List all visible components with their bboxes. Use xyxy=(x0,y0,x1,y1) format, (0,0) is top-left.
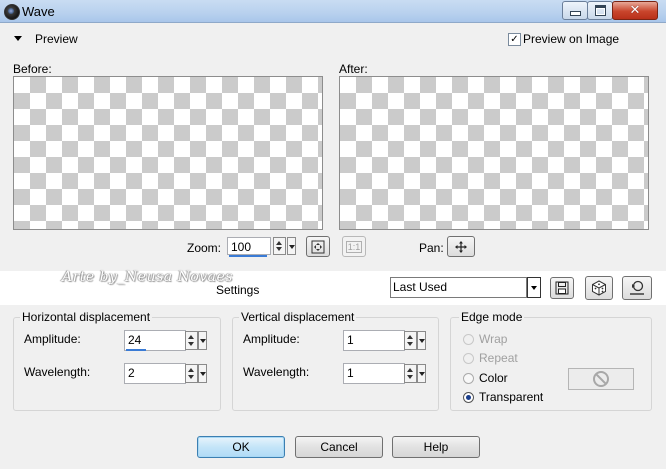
horizontal-wavelength-input[interactable]: 2 xyxy=(124,363,186,384)
edge-color-swatch[interactable] xyxy=(568,368,634,390)
vertical-wavelength-dropdown[interactable] xyxy=(417,364,426,383)
zoom-spinner[interactable] xyxy=(273,237,286,255)
edge-repeat-radio[interactable] xyxy=(463,353,474,364)
after-label: After: xyxy=(339,62,368,76)
checkmark-icon: ✓ xyxy=(510,33,519,45)
vertical-amplitude-dropdown[interactable] xyxy=(417,331,426,350)
spin-down-icon xyxy=(188,375,194,379)
before-preview-pane[interactable] xyxy=(13,76,323,230)
reset-button[interactable] xyxy=(622,276,652,300)
spin-up-icon xyxy=(276,241,282,245)
horizontal-amplitude-dropdown[interactable] xyxy=(198,331,207,350)
horizontal-amplitude-spinner[interactable] xyxy=(185,331,198,350)
zoom-to-fit-button[interactable] xyxy=(306,236,330,257)
preview-on-image-label[interactable]: Preview on Image xyxy=(523,32,619,46)
vertical-displacement-title: Vertical displacement xyxy=(239,310,357,324)
spin-up-icon xyxy=(407,335,413,339)
randomize-button[interactable] xyxy=(585,276,613,300)
zoom-input[interactable]: 100 xyxy=(227,237,271,255)
zoom-slider-indicator xyxy=(229,255,267,257)
spin-up-icon xyxy=(188,368,194,372)
before-label: Before: xyxy=(13,62,52,76)
title-bar[interactable]: Wave ✕ xyxy=(0,0,666,23)
vertical-amplitude-label: Amplitude: xyxy=(243,332,300,346)
edge-mode-title: Edge mode xyxy=(459,310,525,324)
close-button[interactable]: ✕ xyxy=(612,1,658,20)
spin-up-icon xyxy=(188,335,194,339)
edge-transparent-label[interactable]: Transparent xyxy=(479,390,543,404)
app-icon xyxy=(4,4,20,20)
edge-wrap-label[interactable]: Wrap xyxy=(479,332,507,346)
zoom-dropdown-button[interactable] xyxy=(287,237,296,255)
maximize-button[interactable] xyxy=(587,1,613,20)
after-preview-pane[interactable] xyxy=(339,76,649,230)
settings-preset-select[interactable]: Last Used xyxy=(390,277,527,298)
ok-button[interactable]: OK xyxy=(197,436,285,458)
save-icon xyxy=(555,281,569,295)
spin-down-icon xyxy=(407,342,413,346)
help-button[interactable]: Help xyxy=(392,436,480,458)
collapse-arrow-icon[interactable] xyxy=(14,36,22,41)
close-icon: ✕ xyxy=(629,3,641,18)
actual-size-label: 1:1 xyxy=(345,240,363,253)
edge-color-radio[interactable] xyxy=(463,373,474,384)
watermark-text: Arte by_Neusa Novaes xyxy=(62,269,233,285)
zoom-label: Zoom: xyxy=(187,241,222,255)
edge-repeat-label[interactable]: Repeat xyxy=(479,351,518,365)
actual-size-button[interactable]: 1:1 xyxy=(342,236,366,257)
preview-header: Preview ✓ Preview on Image xyxy=(0,23,666,55)
settings-dropdown-button[interactable] xyxy=(527,277,541,298)
horizontal-amplitude-indicator xyxy=(126,349,146,351)
minimize-button[interactable] xyxy=(562,1,588,20)
window-title: Wave xyxy=(22,4,55,19)
settings-label: Settings xyxy=(216,283,260,297)
vertical-amplitude-input[interactable]: 1 xyxy=(343,330,405,351)
horizontal-displacement-title: Horizontal displacement xyxy=(20,310,153,324)
cancel-button[interactable]: Cancel xyxy=(295,436,383,458)
preview-section-label[interactable]: Preview xyxy=(35,32,78,46)
save-preset-button[interactable] xyxy=(550,277,574,299)
no-color-icon xyxy=(593,371,609,387)
dice-icon xyxy=(592,280,606,296)
vertical-amplitude-spinner[interactable] xyxy=(404,331,417,350)
spin-down-icon xyxy=(276,247,282,251)
spin-down-icon xyxy=(188,342,194,346)
edge-transparent-radio[interactable] xyxy=(463,392,474,403)
pan-button[interactable] xyxy=(447,236,475,257)
spin-down-icon xyxy=(407,375,413,379)
minimize-icon xyxy=(569,11,581,16)
horizontal-wavelength-spinner[interactable] xyxy=(185,364,198,383)
preview-on-image-checkbox[interactable]: ✓ xyxy=(508,33,521,46)
horizontal-amplitude-input[interactable]: 24 xyxy=(124,330,186,351)
vertical-wavelength-spinner[interactable] xyxy=(404,364,417,383)
horizontal-amplitude-label: Amplitude: xyxy=(24,332,81,346)
maximize-icon xyxy=(594,5,606,16)
vertical-wavelength-label: Wavelength: xyxy=(243,365,310,379)
edge-wrap-radio[interactable] xyxy=(463,334,474,345)
vertical-wavelength-input[interactable]: 1 xyxy=(343,363,405,384)
horizontal-wavelength-label: Wavelength: xyxy=(24,365,91,379)
edge-color-label[interactable]: Color xyxy=(479,371,508,385)
horizontal-wavelength-dropdown[interactable] xyxy=(198,364,207,383)
move-icon xyxy=(455,240,467,253)
reset-icon xyxy=(630,280,644,295)
spin-up-icon xyxy=(407,368,413,372)
fit-icon xyxy=(311,240,325,253)
pan-label: Pan: xyxy=(419,241,444,255)
